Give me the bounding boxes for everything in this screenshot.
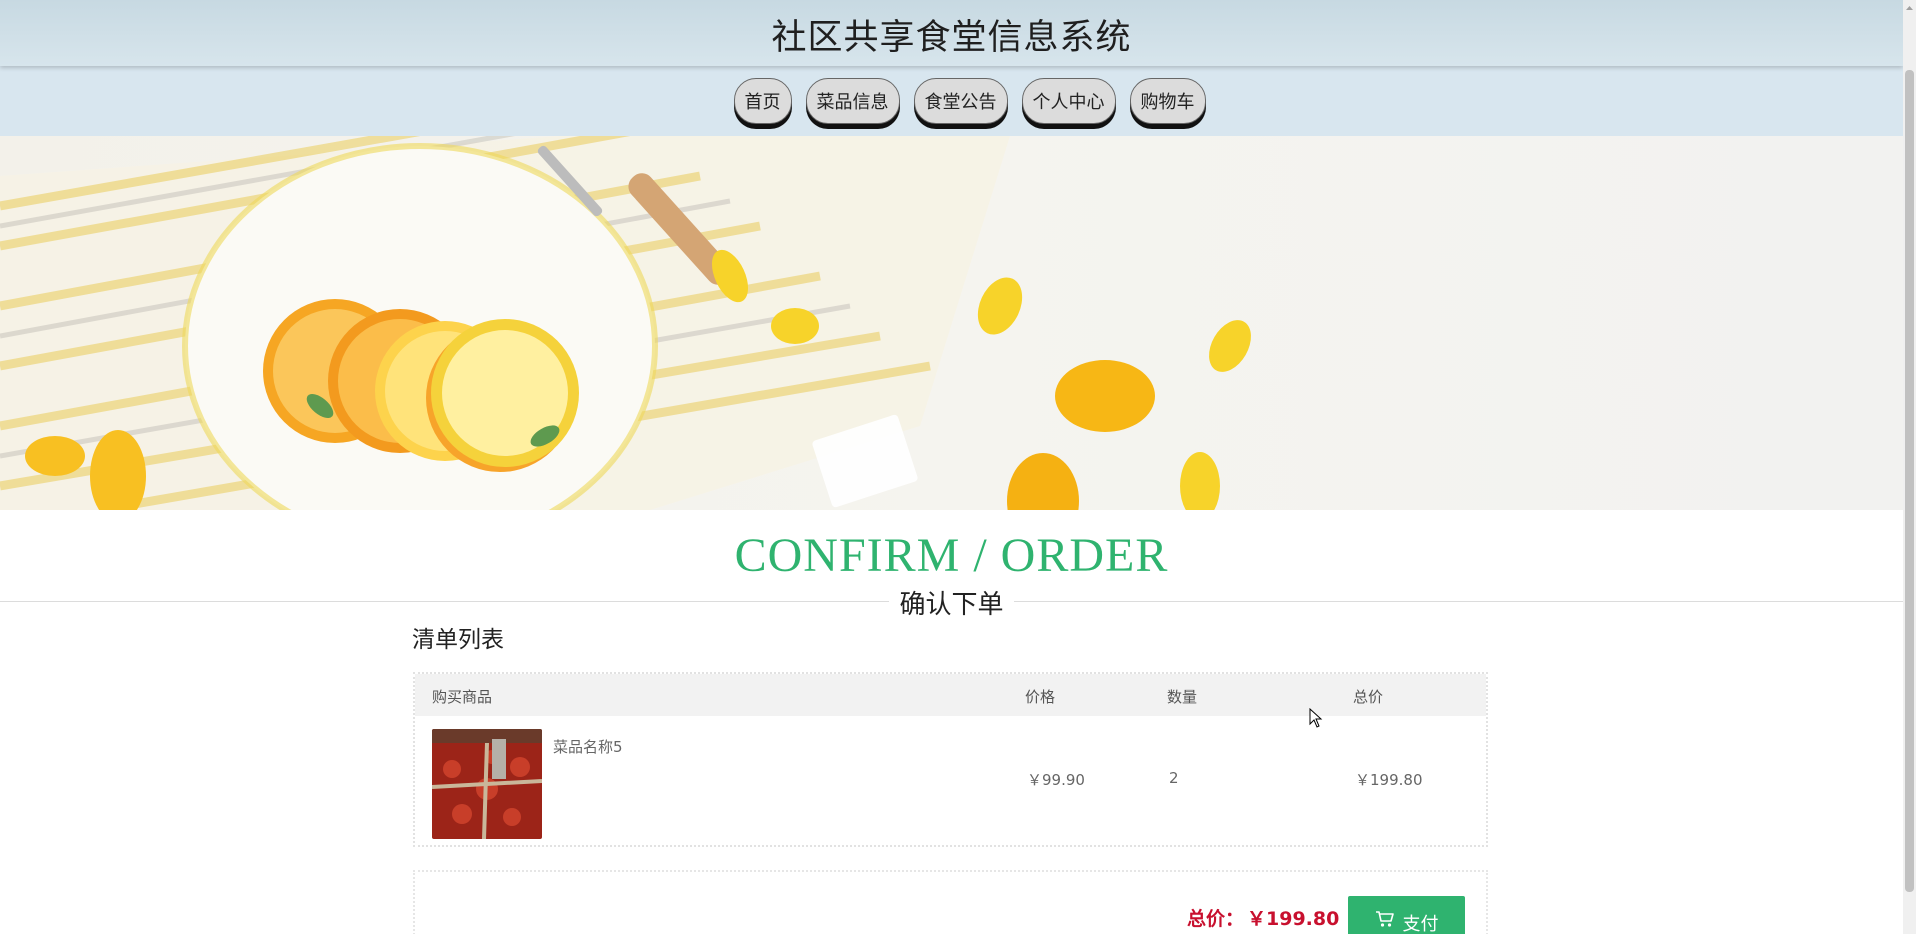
section-heading-cn-text: 确认下单 — [889, 590, 1014, 620]
section-heading-en: CONFIRM / ORDER — [734, 529, 1169, 582]
column-header-product: 购买商品 — [432, 688, 493, 706]
scroll-up-arrow-icon[interactable] — [1905, 2, 1914, 14]
total-value: ￥199.80 — [1247, 908, 1340, 930]
nav-item-profile[interactable]: 个人中心 — [1021, 78, 1116, 124]
table-row: 菜品名称5 ￥99.90 2 ￥199.80 — [415, 716, 1486, 844]
dish-thumbnail[interactable] — [432, 729, 542, 839]
dish-price: ￥99.90 — [1027, 771, 1085, 789]
column-header-total: 总价 — [1353, 688, 1384, 706]
banner-illustration — [0, 136, 1251, 510]
dish-subtotal: ￥199.80 — [1355, 771, 1423, 789]
dish-name[interactable]: 菜品名称5 — [553, 736, 623, 757]
banner-image — [0, 136, 1903, 510]
scrollbar-thumb[interactable] — [1905, 70, 1914, 892]
cart-icon — [1375, 910, 1395, 933]
column-header-quantity: 数量 — [1167, 688, 1198, 706]
nav-item-dishes[interactable]: 菜品信息 — [805, 78, 900, 124]
page: 社区共享食堂信息系统 首页 菜品信息 食堂公告 个人中心 购物车 CONFIRM… — [0, 0, 1903, 934]
main-nav: 首页 菜品信息 食堂公告 个人中心 购物车 — [0, 66, 1903, 136]
dish-thumbnail-image — [432, 729, 542, 839]
list-title: 清单列表 — [412, 627, 504, 653]
dish-quantity: 2 — [1169, 769, 1179, 787]
pay-button[interactable]: 支付 — [1348, 896, 1465, 934]
pay-button-label: 支付 — [1402, 914, 1439, 934]
site-header: 社区共享食堂信息系统 — [0, 0, 1903, 66]
site-title: 社区共享食堂信息系统 — [771, 18, 1132, 58]
total-label: 总价： — [1187, 908, 1245, 930]
table-header: 购买商品 价格 数量 总价 — [415, 674, 1486, 716]
nav-item-announcements[interactable]: 食堂公告 — [913, 78, 1008, 124]
order-summary: 总价： ￥199.80 支付 — [413, 870, 1488, 934]
mouse-cursor-icon — [1309, 708, 1323, 728]
section-heading-cn: 确认下单 — [0, 584, 1903, 621]
nav-item-home[interactable]: 首页 — [733, 78, 792, 124]
column-header-price: 价格 — [1025, 688, 1056, 706]
order-table: 购买商品 价格 数量 总价 菜品名称5 ￥99.90 2 ￥199.80 — [413, 672, 1488, 847]
nav-item-cart[interactable]: 购物车 — [1129, 78, 1206, 124]
vertical-scrollbar[interactable] — [1903, 0, 1916, 934]
